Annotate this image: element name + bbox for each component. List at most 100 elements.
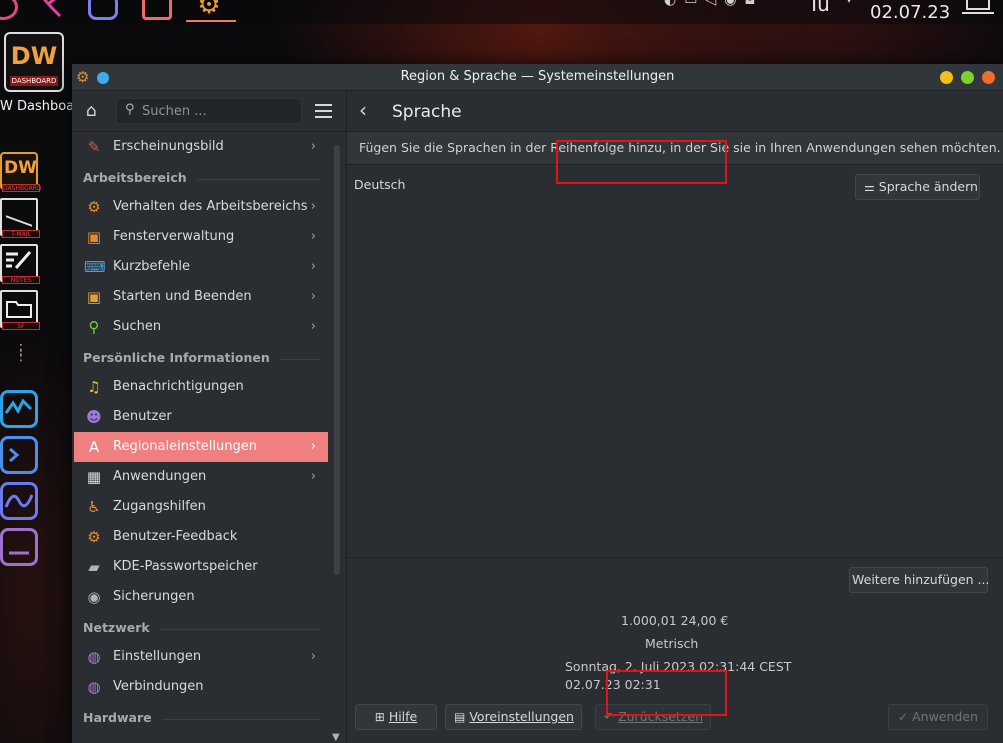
sidebar-item-zugangshilfen[interactable]: ♿ Zugangshilfen [74, 492, 328, 522]
chevron-right-icon: › [310, 229, 316, 244]
sidebar-item-benutzer-feedback[interactable]: ⚙ Benutzer-Feedback [74, 522, 328, 552]
chevron-right-icon: › [310, 289, 316, 304]
sidebar-toolbar: ⌂ ⚲ [72, 91, 346, 132]
globe-icon: ◍ [87, 678, 101, 696]
settings-app-icon[interactable]: ⚙ [194, 0, 224, 20]
dw-dashboard-widget[interactable]: DW DASHBOARD [4, 32, 64, 92]
sidebar-item-label: Suchen [113, 319, 162, 334]
sidebar-item-verhalten-des-arbeitsbereichs[interactable]: ⚙ Verhalten des Arbeitsbereichs › [74, 192, 328, 222]
sidebar-item-label: Benachrichtigungen [113, 379, 244, 394]
wallet-icon: ▰ [88, 558, 100, 576]
long-date-example: Sonntag, 2. Juli 2023 02:31:44 CEST [565, 659, 792, 674]
undo-icon: ↶ [604, 710, 615, 724]
sidebar-item-fensterverwaltung[interactable]: ▣ Fensterverwaltung › [74, 222, 328, 252]
minimize-button[interactable] [940, 71, 953, 84]
editor-app-icon[interactable] [88, 0, 118, 20]
sidebar-item-label: Verbindungen [113, 679, 204, 694]
show-desktop-icon[interactable] [962, 0, 994, 14]
section-label: Hardware [83, 710, 320, 725]
chevron-right-icon: › [310, 319, 316, 334]
language-list: Deutsch ⚌ Sprache ändern [347, 165, 1003, 558]
add-more-button[interactable]: Weitere hinzufügen ... [849, 567, 989, 593]
dw-dashboard-label: W Dashboa [0, 99, 75, 114]
accessibility-icon: ♿ [87, 498, 101, 516]
sidebar-item-anwendungen[interactable]: ▦ Anwendungen › [74, 462, 328, 492]
dw-logo: DW [10, 42, 58, 70]
maximize-button[interactable] [961, 71, 974, 84]
dock-mail-icon[interactable]: T-MAIL [0, 198, 40, 238]
wand-app-icon[interactable] [34, 0, 64, 20]
sidebar-item-label: Starten und Beenden [113, 289, 252, 304]
dw-sub-label: DASHBOARD [10, 76, 58, 86]
sidebar-item-label: Regionaleinstellungen [113, 439, 257, 454]
pink-app-icon[interactable] [0, 0, 18, 20]
sidebar-section-header: Hardware [72, 710, 320, 730]
change-language-button[interactable]: ⚌ Sprache ändern [855, 174, 980, 200]
bell-icon: ♫ [87, 378, 101, 396]
hamburger-menu-icon[interactable] [315, 104, 332, 118]
sidebar-item-label: Benutzer-Feedback [113, 529, 238, 544]
sidebar-item-einstellungen[interactable]: ◍ Einstellungen › [74, 642, 328, 672]
page-description: Fügen Sie die Sprachen in der Reihenfolg… [359, 140, 1001, 155]
chevron-right-icon: › [310, 469, 316, 484]
section-label: Persönliche Informationen [83, 350, 320, 365]
backup-icon: ◉ [87, 588, 101, 606]
scrollbar-thumb[interactable] [334, 145, 340, 575]
sidebar-section-header: Arbeitsbereich [72, 170, 320, 190]
sidebar-item-sicherungen[interactable]: ◉ Sicherungen [74, 582, 328, 612]
dock-device-icon[interactable] [0, 528, 38, 566]
dock-chart-icon[interactable] [0, 482, 38, 520]
scroll-down-icon[interactable]: ▼ [332, 732, 340, 743]
system-tray-icons[interactable]: ◐▭◁◉◘ [664, 0, 764, 8]
apply-button[interactable]: ✓ Anwenden [888, 704, 988, 730]
help-button[interactable]: ⊞ Hilfe [355, 704, 437, 730]
close-button[interactable] [982, 71, 995, 84]
sidebar-item-erscheinungsbild[interactable]: ✎ Erscheinungsbild › [74, 132, 328, 162]
dock-folder-icon[interactable]: SF [0, 290, 40, 330]
sidebar-item-verbindungen[interactable]: ◍ Verbindungen [74, 672, 328, 702]
sidebar-item-kde-passwortspeicher[interactable]: ▰ KDE-Passwortspeicher [74, 552, 328, 582]
gear-icon: ⚙ [87, 198, 101, 216]
panel-clock[interactable]: 02.07.23 [870, 2, 950, 23]
search-icon: ⚲ [125, 102, 135, 117]
page-title: Sprache [392, 102, 462, 122]
window-title: Region & Sprache — Systemeinstellungen [400, 69, 675, 84]
language-item[interactable]: Deutsch [354, 177, 405, 192]
search-field[interactable]: ⚲ [116, 98, 302, 124]
chevron-right-icon: › [310, 259, 316, 274]
dock-separator-icon: ⋮ ⋮ [14, 342, 28, 364]
sidebar: ⌂ ⚲ ✎ Erscheinungsbild › Arbeitsbereich ⚙ Ver… [72, 91, 347, 743]
sidebar-item-label: Kurzbefehle [113, 259, 190, 274]
chevron-right-icon: › [310, 649, 316, 664]
sidebar-item-suchen[interactable]: ⚲ Suchen › [74, 312, 328, 342]
sidebar-item-regionaleinstellungen[interactable]: A Regionaleinstellungen › [74, 432, 328, 462]
dock-dw-dashboard[interactable]: DW DASHBOARD [0, 152, 41, 192]
sidebar-item-benutzer[interactable]: ☻ Benutzer [74, 402, 328, 432]
tray-expand-icon[interactable]: ▾ [846, 0, 852, 6]
sidebar-item-kurzbefehle[interactable]: ⌨ Kurzbefehle › [74, 252, 328, 282]
home-icon[interactable]: ⌂ [86, 102, 104, 120]
dock-terminal-icon[interactable] [0, 436, 38, 474]
brush-icon: ✎ [87, 138, 101, 156]
square-app-icon[interactable] [142, 0, 172, 20]
window-icon: ▣ [86, 228, 102, 246]
dock-notes-icon[interactable]: NOTES [0, 244, 40, 284]
dock-monitor-icon[interactable] [0, 390, 38, 428]
window-titlebar[interactable]: ⚙ Region & Sprache — Systemeinstellungen [72, 64, 1003, 91]
sidebar-item-starten-und-beenden[interactable]: ▣ Starten und Beenden › [74, 282, 328, 312]
globe-icon: ◍ [87, 648, 101, 666]
section-label: Arbeitsbereich [83, 170, 320, 185]
search-input[interactable] [142, 100, 292, 122]
sidebar-scrollbar[interactable]: ▼ [330, 133, 344, 743]
keyboard-icon: ⌨ [84, 258, 106, 276]
back-button[interactable]: ‹ [359, 99, 379, 123]
sidebar-section-header: Netzwerk [72, 620, 320, 640]
defaults-button[interactable]: ▤ Voreinstellungen [445, 704, 582, 730]
reset-button[interactable]: ↶ Zurücksetzen [595, 704, 711, 730]
measurement-example: Metrisch [645, 636, 699, 651]
help-icon: ⊞ [374, 710, 385, 724]
sidebar-item-label: Verhalten des Arbeitsbereichs [113, 199, 308, 214]
sidebar-item-benachrichtigungen[interactable]: ♫ Benachrichtigungen [74, 372, 328, 402]
sliders-icon: ⚌ [864, 180, 875, 194]
sidebar-item-label: Anwendungen [113, 469, 207, 484]
